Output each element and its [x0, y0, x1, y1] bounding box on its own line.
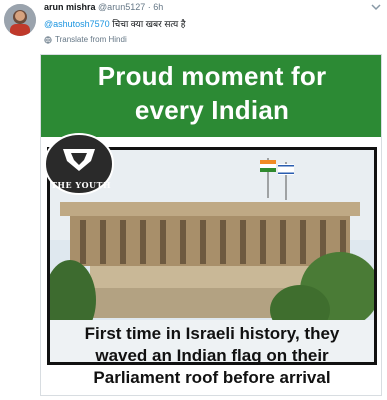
- tweet-time[interactable]: 6h: [153, 2, 163, 12]
- translate-link[interactable]: Translate from Hindi: [44, 35, 127, 44]
- author-handle[interactable]: @arun5127: [98, 2, 145, 12]
- tweet-body: चिचा क्या खबर सत्य है: [112, 19, 186, 29]
- headline-line-1: Proud moment for: [97, 61, 327, 91]
- avatar[interactable]: [4, 4, 36, 36]
- indian-flag-saffron: [260, 160, 276, 164]
- mention-link[interactable]: @ashutosh7570: [44, 19, 110, 29]
- tweet-image[interactable]: Proud moment for every Indian THE YOUTH …: [40, 54, 382, 396]
- caption-line-1: First time in Israeli history, they: [84, 324, 340, 343]
- tweet: arun mishra @arun5127 · 6h @ashutosh7570…: [0, 0, 387, 400]
- tweet-text: @ashutosh7570 चिचा क्या खबर सत्य है: [44, 17, 186, 30]
- globe-icon: [44, 35, 52, 44]
- image-headline: Proud moment for every Indian: [41, 59, 381, 127]
- caption-line-2: waved an Indian flag on their: [95, 346, 329, 365]
- author-name[interactable]: arun mishra: [44, 2, 96, 12]
- translate-label: Translate from Hindi: [55, 35, 127, 44]
- caption-line-3: Parliament roof before arrival: [93, 368, 331, 387]
- chevron-down-icon[interactable]: [371, 3, 381, 11]
- header-separator: ·: [147, 2, 151, 12]
- image-caption: First time in Israeli history, they wave…: [41, 323, 381, 389]
- tweet-header: arun mishra @arun5127 · 6h: [44, 2, 163, 12]
- headline-line-2: every Indian: [134, 95, 290, 125]
- logo-text: THE YOUTH: [50, 180, 112, 190]
